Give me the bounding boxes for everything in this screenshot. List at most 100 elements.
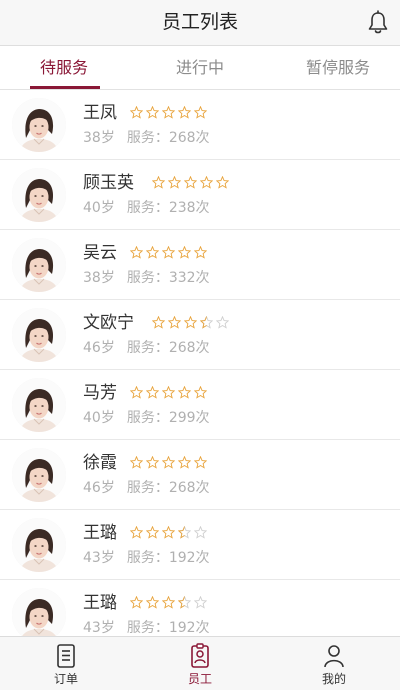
status-tabs: 待服务 进行中 暂停服务 [0,46,400,90]
star-icon [216,316,229,329]
staff-name: 王璐 [83,523,117,543]
staff-meta: 40岁 服务：299次 [83,408,210,428]
star-icon [168,176,181,189]
star-icon [130,386,143,399]
rating-stars [130,456,207,470]
staff-row[interactable]: 徐霞 46岁 服务：268次 [0,440,400,510]
tab-pending[interactable]: 待服务 [22,46,106,90]
star-icon [178,596,191,609]
star-icon [178,526,191,539]
rating-stars [130,246,207,260]
star-icon [216,176,229,189]
service-count: 服务：332次 [126,270,210,286]
star-icon [184,316,197,329]
service-count: 服务：192次 [126,620,210,636]
rating-stars [152,316,229,330]
star-icon [194,246,207,259]
staff-age: 43岁 [83,550,115,566]
star-icon [162,106,175,119]
staff-age: 40岁 [83,200,115,216]
avatar [12,518,66,572]
star-icon [146,526,159,539]
staff-list[interactable]: 王凤 38岁 服务：268次 顾玉英 40岁 服务：238次 吴云 38岁 服务：332次 文欧宁… [0,90,400,636]
orders-icon [57,644,75,668]
service-count: 服务：192次 [126,550,210,566]
star-icon [200,176,213,189]
staff-meta: 38岁 服务：332次 [83,268,210,288]
profile-icon [324,645,344,668]
staff-name: 顾玉英 [83,173,134,193]
staff-row[interactable]: 王凤 38岁 服务：268次 [0,90,400,160]
star-icon [168,316,181,329]
star-icon [162,246,175,259]
avatar [12,378,66,432]
staff-age: 38岁 [83,130,115,146]
star-icon [146,386,159,399]
nav-orders[interactable]: 订单 [26,637,106,690]
bottom-nav: 订单 员工 我的 [0,636,400,690]
staff-icon [191,643,209,668]
tab-in-progress[interactable]: 进行中 [157,46,243,90]
star-icon [178,456,191,469]
staff-row[interactable]: 文欧宁 46岁 服务：268次 [0,300,400,370]
rating-stars [130,596,207,610]
star-icon [130,456,143,469]
star-icon [162,386,175,399]
star-icon [152,176,165,189]
app: 员工列表 待服务 进行中 暂停服务 王凤 38岁 服务：268次 顾玉英 40岁 服务：2… [0,0,400,690]
star-icon [130,106,143,119]
staff-meta: 46岁 服务：268次 [83,478,210,498]
star-icon [162,596,175,609]
staff-name: 吴云 [83,243,117,263]
star-icon [194,386,207,399]
bell-icon[interactable] [366,10,390,36]
rating-stars [130,526,207,540]
nav-mine-label: 我的 [321,672,346,686]
star-icon [130,246,143,259]
staff-row[interactable]: 顾玉英 40岁 服务：238次 [0,160,400,230]
star-icon [146,106,159,119]
staff-meta: 40岁 服务：238次 [83,198,210,218]
service-count: 服务：238次 [126,200,210,216]
service-count: 服务：268次 [126,340,210,356]
star-icon [200,316,213,329]
star-icon [146,246,159,259]
nav-mine[interactable]: 我的 [294,637,374,690]
avatar [12,308,66,362]
star-icon [194,106,207,119]
avatar [12,238,66,292]
star-icon [194,456,207,469]
staff-row[interactable]: 王璐 43岁 服务：192次 [0,580,400,636]
rating-stars [152,176,229,190]
star-icon [178,246,191,259]
active-tab-indicator [30,86,100,89]
staff-name: 文欧宁 [83,313,134,333]
service-count: 服务：268次 [126,480,210,496]
staff-name: 马芳 [83,383,117,403]
top-bar: 员工列表 [0,0,400,46]
star-icon [162,456,175,469]
star-icon [146,596,159,609]
nav-orders-label: 订单 [53,672,78,686]
star-icon [152,316,165,329]
staff-age: 38岁 [83,270,115,286]
staff-age: 43岁 [83,620,115,636]
staff-row[interactable]: 马芳 40岁 服务：299次 [0,370,400,440]
avatar [12,168,66,222]
staff-name: 王凤 [83,103,117,123]
staff-meta: 43岁 服务：192次 [83,548,210,568]
staff-row[interactable]: 王璐 43岁 服务：192次 [0,510,400,580]
star-icon [184,176,197,189]
service-count: 服务：268次 [126,130,210,146]
rating-stars [130,106,207,120]
avatar [12,98,66,152]
staff-meta: 38岁 服务：268次 [83,128,210,148]
star-icon [178,386,191,399]
rating-stars [130,386,207,400]
tab-paused[interactable]: 暂停服务 [290,46,386,90]
staff-row[interactable]: 吴云 38岁 服务：332次 [0,230,400,300]
nav-staff[interactable]: 员工 [160,637,240,690]
staff-meta: 46岁 服务：268次 [83,338,210,358]
nav-staff-label: 员工 [187,672,212,686]
service-count: 服务：299次 [126,410,210,426]
